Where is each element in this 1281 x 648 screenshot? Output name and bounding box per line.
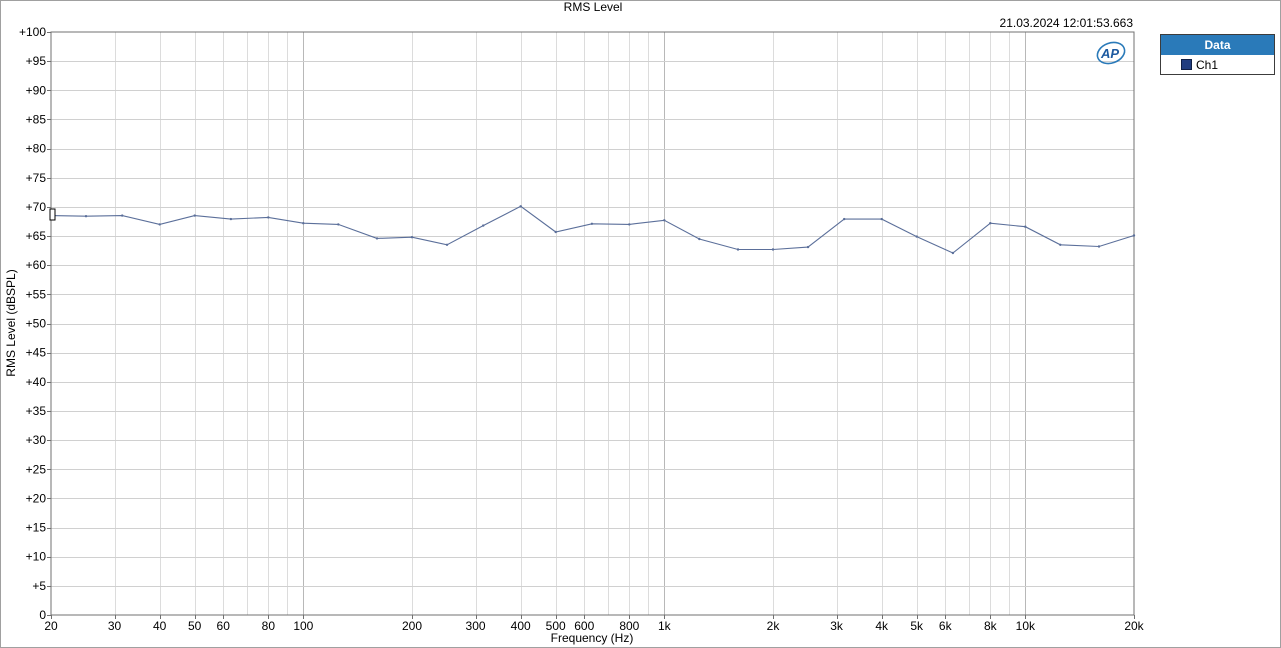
x-tick-label: 20k (1124, 619, 1144, 633)
x-tick-label: 80 (262, 619, 276, 633)
data-point (771, 248, 775, 251)
data-point (698, 237, 701, 241)
x-tick-label: 200 (402, 619, 422, 633)
data-point (1097, 245, 1101, 248)
legend: Data Ch1 (1160, 34, 1275, 75)
y-tick-label: +55 (26, 287, 47, 301)
x-tick-label: 100 (293, 619, 313, 633)
y-tick-label: +35 (26, 404, 47, 418)
y-tick-label: +10 (26, 550, 47, 564)
data-point (989, 222, 992, 225)
data-point (806, 245, 810, 249)
data-point (1059, 243, 1062, 246)
chart-title: RMS Level (564, 0, 623, 14)
y-tick-label: +50 (26, 317, 47, 331)
x-tick-label: 8k (984, 619, 998, 633)
y-tick-label: +25 (26, 462, 47, 476)
x-tick-label: 300 (466, 619, 486, 633)
y-tick-label: +85 (26, 112, 47, 126)
y-tick-label: +75 (26, 171, 47, 185)
y-tick-label: +100 (19, 25, 46, 39)
y-tick-label: +20 (26, 491, 47, 505)
data-point (628, 223, 631, 226)
data-point (193, 214, 196, 217)
data-point (121, 214, 124, 217)
x-tick-label: 10k (1016, 619, 1036, 633)
y-tick-label: +30 (26, 433, 47, 447)
series-line-ch1 (50, 205, 1135, 254)
data-point (84, 215, 88, 218)
y-tick-label: +15 (26, 521, 47, 535)
data-point (915, 235, 918, 238)
x-tick-label: 60 (217, 619, 231, 633)
data-point (880, 217, 883, 221)
x-tick-label: 1k (658, 619, 672, 633)
data-point (1132, 234, 1136, 237)
data-point (1024, 225, 1027, 228)
y-tick-label: +70 (26, 200, 47, 214)
data-point (519, 205, 522, 208)
data-point (554, 230, 557, 234)
x-tick-label: 3k (830, 619, 844, 633)
y-tick-label: +60 (26, 258, 47, 272)
data-point (951, 251, 955, 255)
data-point (410, 236, 414, 239)
cursor-marker[interactable] (49, 208, 56, 221)
data-point (843, 217, 846, 221)
series-layer (49, 205, 1136, 255)
ap-logo-text: AP (1100, 46, 1119, 61)
x-tick-label: 400 (511, 619, 531, 633)
data-point (229, 217, 233, 221)
data-point (445, 243, 449, 246)
data-point (736, 248, 740, 251)
y-tick-label: +40 (26, 375, 47, 389)
ap-logo: AP (1096, 41, 1126, 65)
timestamp: 21.03.2024 12:01:53.663 (1000, 16, 1134, 30)
data-point (663, 219, 666, 222)
chart-canvas: RMS Level 21.03.2024 12:01:53.663 +100 +9… (4, 0, 1145, 645)
data-point (482, 224, 485, 227)
legend-swatch (1181, 59, 1192, 70)
y-tick-label: +65 (26, 229, 47, 243)
grid (51, 32, 1134, 615)
x-tick-label: 50 (188, 619, 202, 633)
x-tick-label: 30 (108, 619, 122, 633)
y-tick-label: +95 (26, 54, 47, 68)
y-tick-label: +45 (26, 346, 47, 360)
x-tick-label: 2k (767, 619, 781, 633)
data-point (337, 223, 340, 226)
x-tick-label: 40 (153, 619, 167, 633)
legend-item-ch1[interactable]: Ch1 (1161, 55, 1274, 74)
data-point (302, 222, 305, 225)
data-point (375, 237, 379, 240)
x-tick-label: 5k (910, 619, 924, 633)
y-tick-label: +90 (26, 83, 47, 97)
y-axis-ticks: +100 +95 +90 +85 +80 +75 +70 +65 +60 +55 +50 +45 +40… (19, 25, 51, 622)
y-axis-label: RMS Level (dBSPL) (4, 269, 18, 376)
y-tick-label: +80 (26, 142, 47, 156)
data-point (267, 216, 270, 219)
data-point (158, 223, 161, 226)
legend-title: Data (1161, 35, 1274, 55)
x-tick-label: 20 (44, 619, 58, 633)
legend-label: Ch1 (1196, 57, 1219, 72)
y-tick-label: +5 (32, 579, 46, 593)
x-tick-label: 4k (875, 619, 889, 633)
x-tick-label: 6k (939, 619, 953, 633)
x-axis-label: Frequency (Hz) (551, 631, 634, 645)
data-point (590, 222, 594, 225)
